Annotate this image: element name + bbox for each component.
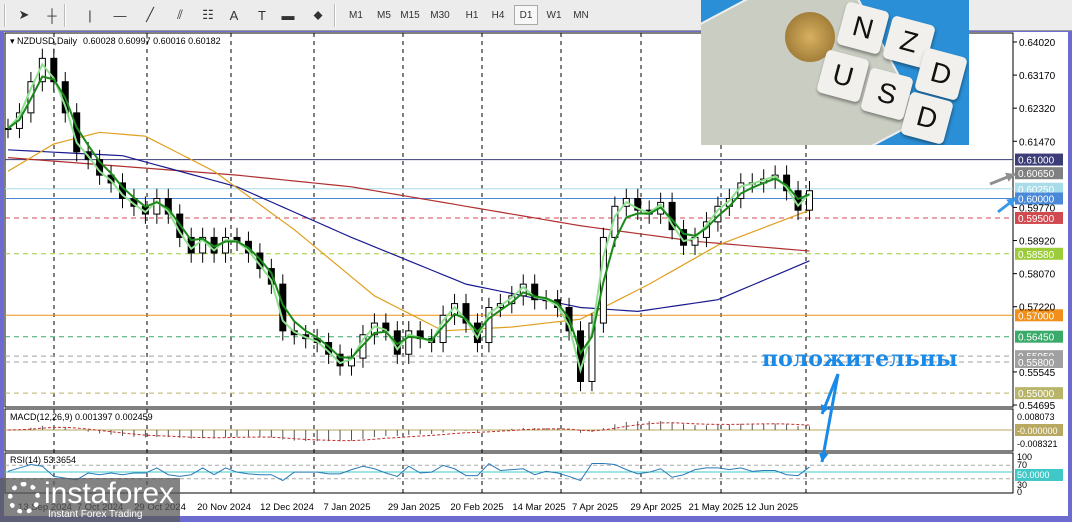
crosshair-tool-icon[interactable]: ┼ — [40, 5, 64, 25]
timeframe-m1-button[interactable]: M1 — [344, 5, 368, 25]
level-label: 0.60650 — [1018, 169, 1055, 180]
timeframe-m5-button[interactable]: M5 — [372, 5, 396, 25]
candle — [794, 190, 802, 211]
arrows-tool-icon[interactable]: ⬥ — [306, 5, 330, 25]
date-label: 7 Apr 2025 — [572, 502, 618, 513]
price-label: 0.64020 — [1019, 38, 1056, 49]
date-label: 12 Jun 2025 — [746, 502, 798, 513]
tile-letter: D — [914, 47, 968, 101]
rsi-scale-label: 70 — [1017, 460, 1027, 470]
logo-tagline: Instant Forex Trading — [48, 509, 143, 520]
timeframe-mn-button[interactable]: MN — [569, 5, 593, 25]
date-label: 12 Dec 2024 — [260, 502, 314, 513]
price-label: 0.57220 — [1019, 303, 1056, 314]
nzd-usd-photo: N Z D U S D — [701, 0, 969, 145]
timeframe-m30-button[interactable]: M30 — [428, 5, 452, 25]
text-label-tool-icon[interactable]: T — [250, 5, 274, 25]
date-label: 21 May 2025 — [689, 502, 744, 513]
timeframe-h1-button[interactable]: H1 — [460, 5, 484, 25]
macd-scale-label: 0.008073 — [1017, 412, 1055, 422]
rectangle-tool-icon[interactable]: ▬ — [276, 5, 300, 25]
timeframe-m15-button[interactable]: M15 — [398, 5, 422, 25]
macd-label: MACD(12,26,9) 0.001397 0.002459 — [10, 412, 153, 422]
date-label: 29 Jan 2025 — [388, 502, 440, 513]
symbol-title: ▾ NZDUSD,Daily 0.60028 0.60997 0.60016 0.… — [10, 36, 221, 46]
toolbar-separator — [334, 4, 336, 27]
logo-icon — [8, 482, 40, 514]
ma-200-line — [7, 157, 810, 252]
candle — [4, 127, 12, 130]
level-label: 0.59500 — [1018, 214, 1055, 225]
logo-name: instaforex — [44, 477, 175, 510]
annotation-text: положительны — [762, 346, 958, 372]
symbol-name: NZDUSD,Daily — [17, 36, 78, 46]
fibo-fan-tool-icon[interactable]: ☷ — [196, 5, 220, 25]
macd-scale-label: -0.008321 — [1017, 439, 1058, 449]
candle — [577, 330, 584, 382]
rsi-arrow — [820, 373, 840, 463]
tile-letter: D — [900, 91, 954, 145]
price-label: 0.58920 — [1019, 237, 1056, 248]
timeframe-w1-button[interactable]: W1 — [542, 5, 566, 25]
level-label: 0.58580 — [1018, 250, 1055, 261]
price-label: 0.54695 — [1019, 401, 1056, 412]
macd-scale-label: -0.000000 — [1017, 426, 1058, 436]
price-label: 0.61470 — [1019, 137, 1056, 148]
cursor-tool-icon[interactable]: ➤ — [12, 5, 36, 25]
price-label: 0.59770 — [1019, 203, 1056, 214]
rsi-scale-label: 50.0000 — [1017, 470, 1050, 480]
ma-100-line — [7, 149, 810, 312]
ma-50-line — [7, 131, 810, 332]
rsi-label: RSI(14) 53.3654 — [10, 455, 76, 465]
toolbar-separator — [64, 4, 66, 27]
rsi-scale-label: 0 — [1017, 487, 1022, 497]
horizontal-line-tool-icon[interactable]: — — [108, 5, 132, 25]
fibonacci-tool-icon[interactable]: ⫽ — [168, 5, 192, 25]
text-tool-icon[interactable]: A — [222, 5, 246, 25]
date-label: 20 Feb 2025 — [450, 502, 503, 513]
level-label: 0.56450 — [1018, 333, 1055, 344]
level-label: 0.55000 — [1018, 389, 1055, 400]
date-label: 7 Jan 2025 — [323, 502, 370, 513]
timeframe-h4-button[interactable]: H4 — [486, 5, 510, 25]
date-label: 20 Nov 2024 — [197, 502, 251, 513]
price-label: 0.55545 — [1019, 368, 1056, 379]
price-label: 0.62320 — [1019, 104, 1056, 115]
price-label: 0.58070 — [1019, 270, 1056, 281]
candle — [806, 190, 813, 211]
toolbar-separator — [4, 4, 6, 27]
instaforex-logo: instaforex Instant Forex Trading — [0, 478, 180, 522]
date-label: 29 Apr 2025 — [630, 502, 681, 513]
ohlc-values: 0.60028 0.60997 0.60016 0.60182 — [83, 36, 221, 46]
date-label: 14 Mar 2025 — [512, 502, 565, 513]
vertical-line-tool-icon[interactable]: | — [78, 5, 102, 25]
trendline-tool-icon[interactable]: ╱ — [138, 5, 162, 25]
level-label: 0.61000 — [1018, 156, 1055, 167]
timeframe-d1-button[interactable]: D1 — [514, 5, 538, 25]
price-label: 0.63170 — [1019, 71, 1056, 82]
